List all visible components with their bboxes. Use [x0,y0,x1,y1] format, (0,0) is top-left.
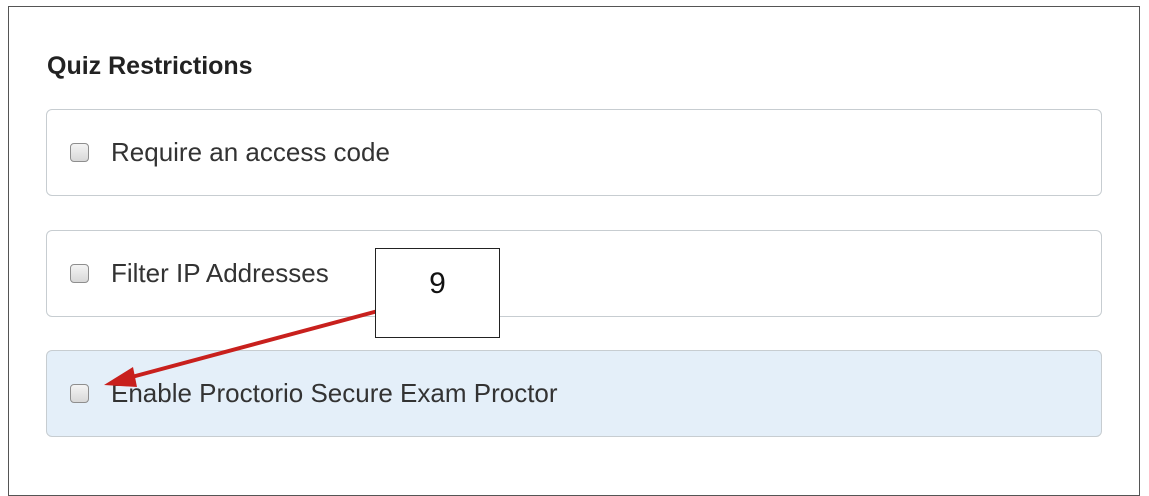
enable-proctorio-checkbox[interactable] [70,384,89,403]
option-label: Filter IP Addresses [111,258,329,288]
option-require-access-code[interactable]: Require an access code [46,109,1102,196]
step-number: 9 [429,267,446,300]
option-label: Require an access code [111,137,390,167]
option-label: Enable Proctorio Secure Exam Proctor [111,378,558,408]
option-filter-ip-addresses[interactable]: Filter IP Addresses [46,230,1102,317]
require-access-code-checkbox[interactable] [70,143,89,162]
option-enable-proctorio[interactable]: Enable Proctorio Secure Exam Proctor [46,350,1102,437]
step-number-callout: 9 [375,248,500,338]
filter-ip-addresses-checkbox[interactable] [70,264,89,283]
section-title: Quiz Restrictions [47,52,253,80]
